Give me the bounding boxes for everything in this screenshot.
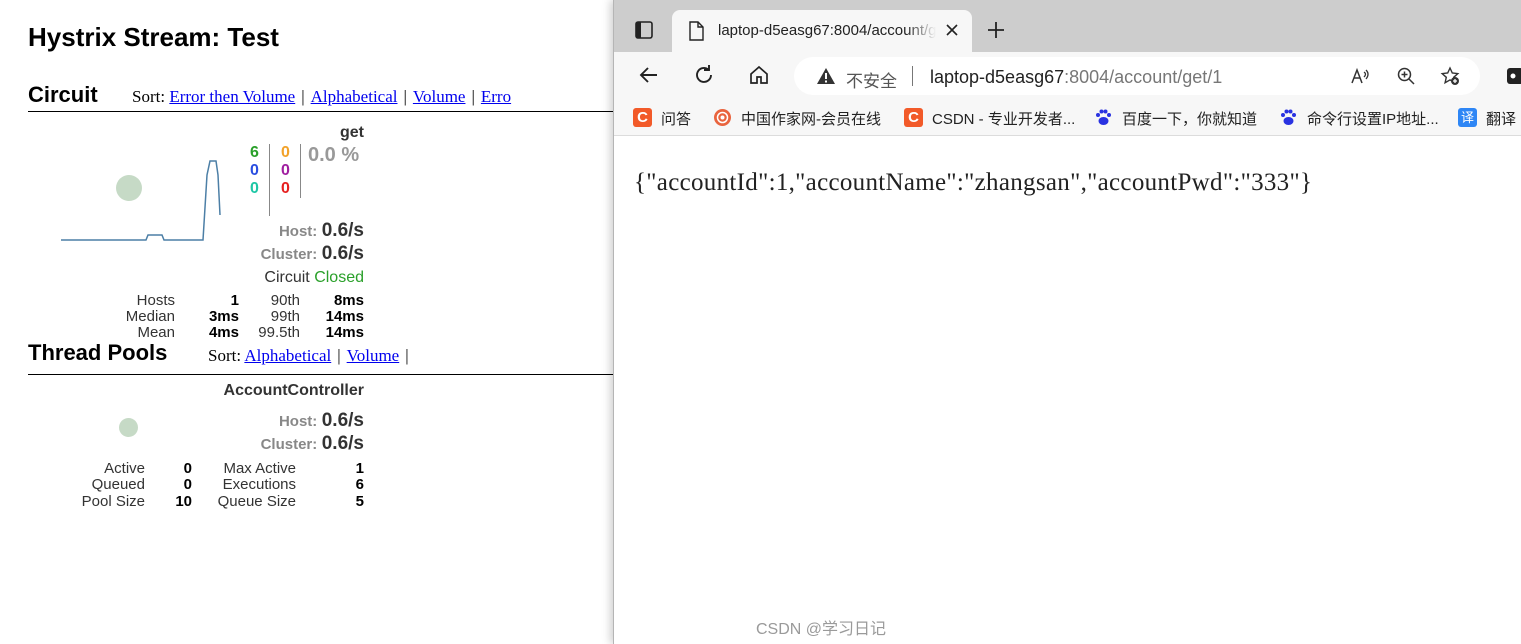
circuit-sparkline [61, 160, 221, 241]
max-active-value: 1 [355, 460, 364, 477]
circuit-latency-stats: Hosts 1 90th 8ms Median 3ms 99th 14ms Me… [0, 290, 614, 339]
sort-error-link[interactable]: Erro [481, 87, 511, 106]
median-label: Median [125, 308, 175, 325]
tab-active[interactable]: laptop-d5easg67:8004/account/get/1 [672, 10, 972, 52]
url-text[interactable]: laptop-d5easg67:8004/account/get/1 [930, 67, 1222, 88]
refresh-icon[interactable] [692, 63, 716, 87]
csdn-watermark: CSDN @学习日记 [756, 621, 887, 638]
home-icon[interactable] [747, 63, 771, 87]
p995-label: 99.5th [258, 324, 300, 339]
queue-size-label: Queue Size [217, 493, 296, 510]
back-icon[interactable] [637, 63, 661, 87]
success-count: 6 [250, 144, 259, 161]
threadpool-cluster-rate: Cluster: 0.6/s [260, 433, 364, 454]
csdn-icon: C [904, 108, 923, 127]
executions-label: Executions [222, 476, 296, 493]
mean-value: 4ms [208, 324, 239, 339]
queue-size-value: 5 [355, 493, 364, 510]
threadpool-health-circle [119, 418, 138, 437]
p90-label: 90th [270, 292, 300, 309]
circuit-section-header: Circuit Sort: Error then Volume | Alphabet… [28, 82, 614, 112]
address-divider [912, 66, 913, 86]
zoom-icon[interactable] [1396, 66, 1416, 86]
active-label: Active [104, 460, 145, 477]
circuit-name: get [340, 124, 364, 141]
sort-volume-link[interactable]: Volume [413, 87, 466, 106]
sort-label: Sort: [208, 346, 242, 365]
tab-title-fade [906, 18, 936, 44]
failure-count: 0 [281, 180, 290, 197]
timeout-count: 0 [281, 144, 290, 161]
hosts-label: Hosts [136, 292, 175, 309]
median-value: 3ms [208, 308, 239, 325]
threadpool-section-header: Thread Pools Sort: Alphabetical | Volume | [28, 340, 614, 375]
circuit-host-rate: Host: 0.6/s [278, 220, 364, 241]
mean-label: Mean [137, 324, 175, 339]
active-value: 0 [183, 460, 192, 477]
browser-toolbar: 不安全 laptop-d5easg67:8004/account/get/1 [614, 52, 1521, 98]
bookmarks-bar: C 问答 中国作家网-会员在线 C CSDN - 专业开发者... 百度一下，你 [614, 98, 1521, 136]
csdn-icon: C [633, 108, 652, 127]
circuit-sort-bar: Sort: Error then Volume | Alphabetical | Vol… [132, 87, 512, 106]
pool-sort-volume-link[interactable]: Volume [347, 346, 400, 365]
new-tab-icon[interactable] [986, 20, 1006, 40]
sort-alphabetical-link[interactable]: Alphabetical [311, 87, 398, 106]
warning-icon[interactable] [816, 67, 836, 85]
tab-title: laptop-d5easg67:8004/account/get/1 [718, 22, 936, 39]
browser-window: laptop-d5easg67:8004/account/get/1 [613, 0, 1521, 644]
add-favorite-icon[interactable] [1440, 66, 1460, 86]
bad-request-count: 0 [250, 180, 259, 197]
extensions-icon[interactable] [1506, 66, 1521, 86]
sort-error-then-volume-link[interactable]: Error then Volume [169, 87, 295, 106]
threadpool-host-rate: Host: 0.6/s [278, 410, 364, 431]
not-secure-label[interactable]: 不安全 [846, 67, 897, 92]
circuit-cluster-rate: Cluster: 0.6/s [260, 243, 364, 264]
read-aloud-icon[interactable] [1350, 66, 1370, 86]
tab-bar: laptop-d5easg67:8004/account/get/1 [614, 0, 1521, 52]
threadpool-section-title: Thread Pools [28, 340, 168, 365]
counts-divider-2 [300, 144, 301, 198]
baidu-icon [1096, 109, 1111, 125]
threadpool-sort-bar: Sort: Alphabetical | Volume | [208, 346, 409, 365]
p995-value: 14ms [325, 324, 364, 339]
address-bar[interactable]: 不安全 laptop-d5easg67:8004/account/get/1 [794, 57, 1480, 95]
translate-icon: 译 [1458, 108, 1477, 127]
document-icon [689, 21, 704, 41]
circuit-status: Circuit Closed [264, 269, 364, 286]
error-percentage: 0.0 % [308, 144, 360, 166]
hosts-value: 1 [230, 292, 239, 309]
rejected-count: 0 [281, 162, 290, 179]
executions-value: 6 [355, 476, 364, 493]
short-circuited-count: 0 [250, 162, 259, 179]
hystrix-dashboard: Hystrix Stream: Test Circuit Sort: Error… [0, 0, 614, 644]
queued-label: Queued [91, 476, 145, 493]
pool-size-value: 10 [175, 493, 192, 510]
p90-value: 8ms [333, 292, 364, 309]
tab-actions-icon[interactable] [632, 18, 656, 42]
p99-value: 14ms [325, 308, 364, 325]
baidu-icon [1281, 109, 1296, 125]
threadpool-name: AccountController [223, 382, 364, 399]
close-tab-icon[interactable] [944, 22, 960, 38]
circuit-closed-label: Closed [314, 269, 364, 286]
pool-sort-alphabetical-link[interactable]: Alphabetical [244, 346, 331, 365]
p99-label: 99th [270, 308, 300, 325]
max-active-label: Max Active [223, 460, 296, 477]
sort-label: Sort: [132, 87, 166, 106]
dashboard-title: Hystrix Stream: Test [28, 22, 279, 52]
page-content: {"accountId":1,"accountName":"zhangsan",… [614, 137, 1521, 644]
json-response: {"accountId":1,"accountName":"zhangsan",… [634, 169, 1313, 196]
circuit-section-title: Circuit [28, 82, 98, 107]
pool-size-label: Pool Size [81, 493, 145, 510]
writer-icon [714, 109, 731, 126]
queued-value: 0 [183, 476, 192, 493]
counts-divider [269, 144, 270, 216]
